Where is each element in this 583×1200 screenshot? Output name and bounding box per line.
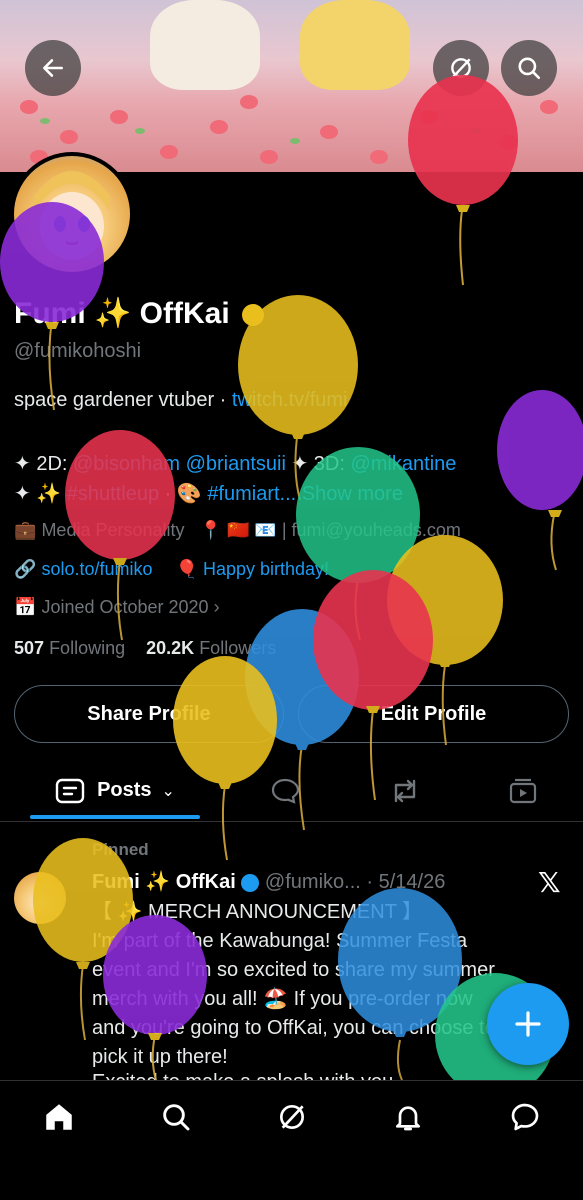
hashtag-fumiart[interactable]: #fumiart... [207,483,296,505]
x-logo-icon: 𝕏 [538,867,561,898]
balloon-icon: 🎈 [175,559,198,579]
avatar-illustration [34,171,110,260]
nav-search[interactable] [146,1093,206,1141]
tab-replies[interactable] [255,760,315,821]
profile-meta-row1: 💼 Media Personality 📍 🇨🇳 📧 | fumi@youhea… [14,520,461,541]
balloon-purple-right [497,390,583,571]
compose-post-button[interactable] [487,983,569,1065]
show-more-link[interactable]: Show more [302,483,403,505]
website-link[interactable]: solo.to/fumiko [41,559,152,579]
arrow-left-icon [43,59,63,77]
profile-avatar[interactable] [10,152,134,276]
post-line-4: merch with you all! 🏖️ If you pre-order … [92,988,473,1010]
nav-home[interactable] [29,1093,89,1141]
bottom-navigation [0,1080,583,1200]
nav-grok[interactable] [262,1093,322,1141]
grok-button[interactable] [433,40,489,96]
nav-notifications[interactable] [378,1093,438,1141]
profile-stats: 507 Following 20.2K Followers [14,638,276,659]
profile-bio: space gardener vtuber · twitch.tv/fumi [14,389,348,411]
birthday-text: Happy birthday! [202,559,330,579]
location-pin-icon: 📍 [199,520,222,540]
post-author-name[interactable]: Fumi ✨ OffKai [92,871,236,893]
search-icon [163,1104,190,1131]
profile-banner[interactable] [0,0,583,172]
chevron-down-icon: ⌄ [161,782,175,800]
location-flags: 🇨🇳 📧 [226,520,277,540]
profile-category: Media Personality [41,520,185,540]
tab-media[interactable] [493,760,553,821]
tab-reposts[interactable] [375,760,435,821]
following-link[interactable]: 507 Following [14,638,125,658]
back-button[interactable] [25,40,81,96]
bio-link[interactable]: twitch.tv/fumi [232,389,348,411]
pinned-label: Pinned [92,840,149,859]
post-line-3: event and I'm so excited to share my sum… [92,959,495,981]
post-author-handle: @fumiko... [264,871,361,893]
repost-icon [394,779,416,802]
link-icon: 🔗 [14,559,37,579]
profile-joined[interactable]: 📅 Joined October 2020 › [14,597,220,618]
post-author-avatar[interactable] [14,872,66,924]
mention-briantsuii[interactable]: @briantsuii [186,453,286,475]
post-line-1: 【 ✨ MERCH ANNOUNCEMENT 】 [92,901,423,923]
post-header: Fumi ✨ OffKai @fumiko... · 5/14/26 [92,869,445,894]
posts-icon [55,778,85,803]
banner-character-left [150,0,260,90]
profile-email: | fumi@youheads.com [281,520,461,540]
home-icon [46,1104,72,1130]
tab-posts[interactable]: Posts ⌄ [30,760,200,821]
mention-bisonham[interactable]: @bisonham [73,453,180,475]
chevron-right-icon: › [213,597,220,617]
post-date: · 5/14/26 [366,871,446,893]
plus-icon [515,1011,541,1037]
mention-mikantine[interactable]: @mikantine [351,453,457,475]
bio-credits-line: ✦ 2D: @bisonham @briantsuii ✦ 3D: @mikan… [14,453,457,475]
profile-tabs: Posts ⌄ [0,760,583,822]
post-line-2: I'm part of the Kawabunga! Summer Festa [92,930,468,952]
active-tab-indicator [30,815,200,819]
verified-badge-icon [242,304,265,327]
messages-icon [511,1103,539,1131]
nav-messages[interactable] [495,1093,555,1141]
grok-icon [280,1105,304,1129]
post-line-7: Excited to make a splash with you [92,1068,393,1080]
reply-bubble-icon [271,778,300,804]
media-icon [509,778,537,803]
profile-name: Fumi ✨ OffKai [14,296,265,331]
post-line-5: and you're going to OffKai, you can choo… [92,1017,496,1039]
profile-meta-row2: 🔗 solo.to/fumiko 🎈 Happy birthday! [14,559,329,580]
profile-handle: @fumikohoshi [14,340,142,362]
banner-character-right [300,0,410,90]
followers-link[interactable]: 20.2K Followers [146,638,276,658]
calendar-icon: 📅 [14,597,37,617]
post-verified-badge-icon [241,873,260,892]
grok-slash-icon [451,58,471,78]
search-button[interactable] [501,40,557,96]
search-icon [518,57,541,80]
hashtag-shuttleup[interactable]: #shuttleup [67,483,159,505]
share-profile-button[interactable]: Share Profile [14,685,284,743]
notifications-icon [396,1106,420,1131]
briefcase-icon: 💼 [14,520,37,540]
bio-tags-line: ✦ ✨ #shuttleup · 🎨 #fumiart... Show more [14,483,403,505]
edit-profile-button[interactable]: Edit Profile [298,685,569,743]
